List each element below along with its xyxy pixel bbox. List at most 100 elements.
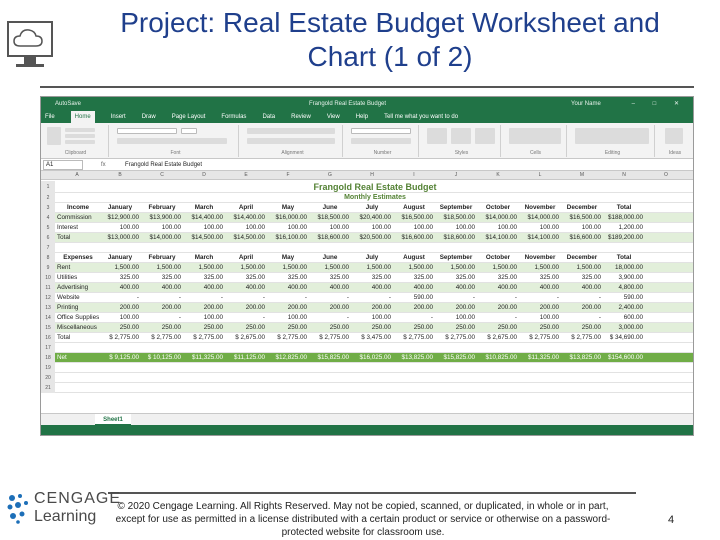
row-number[interactable]: 6: [41, 233, 55, 243]
month-header[interactable]: March: [183, 203, 225, 213]
value-cell[interactable]: 1,500.00: [141, 263, 181, 273]
value-cell[interactable]: 250.00: [393, 323, 433, 333]
row-label[interactable]: Rent: [57, 263, 99, 273]
value-cell[interactable]: $ 2,775.00: [141, 333, 181, 343]
month-header[interactable]: April: [225, 203, 267, 213]
value-cell[interactable]: -: [183, 293, 223, 303]
value-cell[interactable]: 100.00: [141, 223, 181, 233]
value-cell[interactable]: 325.00: [351, 273, 391, 283]
value-cell[interactable]: -: [225, 293, 265, 303]
value-cell[interactable]: 250.00: [225, 323, 265, 333]
value-cell[interactable]: 1,500.00: [267, 263, 307, 273]
value-cell[interactable]: -: [477, 313, 517, 323]
month-header[interactable]: November: [519, 253, 561, 263]
value-cell[interactable]: $ 34,690.00: [603, 333, 643, 343]
value-cell[interactable]: $16,600.00: [393, 233, 433, 243]
value-cell[interactable]: 100.00: [99, 313, 139, 323]
value-cell[interactable]: 250.00: [267, 323, 307, 333]
row-number[interactable]: 16: [41, 333, 55, 343]
tab-home[interactable]: Home: [70, 111, 95, 123]
month-header[interactable]: August: [393, 253, 435, 263]
value-cell[interactable]: 200.00: [225, 303, 265, 313]
value-cell[interactable]: $14,000.00: [477, 213, 517, 223]
value-cell[interactable]: $154,600.00: [603, 353, 643, 363]
value-cell[interactable]: 100.00: [519, 223, 559, 233]
value-cell[interactable]: 250.00: [351, 323, 391, 333]
column-header[interactable]: O: [645, 171, 687, 180]
value-cell[interactable]: 200.00: [519, 303, 559, 313]
row-label[interactable]: Website: [57, 293, 99, 303]
value-cell[interactable]: 325.00: [519, 273, 559, 283]
column-header[interactable]: N: [603, 171, 645, 180]
font-size-select[interactable]: [181, 128, 197, 134]
value-cell[interactable]: 400.00: [99, 283, 139, 293]
value-cell[interactable]: 200.00: [435, 303, 475, 313]
row-label[interactable]: Commission: [57, 213, 99, 223]
row-number[interactable]: 4: [41, 213, 55, 223]
cut-icon[interactable]: [65, 128, 95, 132]
format-as-table-icon[interactable]: [451, 128, 471, 144]
value-cell[interactable]: $11,325.00: [519, 353, 559, 363]
column-header[interactable]: P: [687, 171, 693, 180]
value-cell[interactable]: $ 2,775.00: [309, 333, 349, 343]
value-cell[interactable]: -: [477, 293, 517, 303]
row-number[interactable]: 3: [41, 203, 55, 213]
value-cell[interactable]: $16,025.00: [351, 353, 391, 363]
ideas-icon[interactable]: [665, 128, 683, 144]
value-cell[interactable]: $ 3,475.00: [351, 333, 391, 343]
value-cell[interactable]: 100.00: [435, 223, 475, 233]
value-cell[interactable]: 1,500.00: [309, 263, 349, 273]
month-header[interactable]: May: [267, 203, 309, 213]
month-header[interactable]: May: [267, 253, 309, 263]
value-cell[interactable]: 200.00: [141, 303, 181, 313]
column-header[interactable]: J: [435, 171, 477, 180]
row-number[interactable]: 11: [41, 283, 55, 293]
value-cell[interactable]: 400.00: [393, 283, 433, 293]
font-name-select[interactable]: [117, 128, 177, 134]
row-label[interactable]: Interest: [57, 223, 99, 233]
value-cell[interactable]: 250.00: [477, 323, 517, 333]
format-painter-icon[interactable]: [65, 140, 95, 144]
worksheet-grid[interactable]: ABCDEFGHIJKLMNOP 1 Frangold Real Estate B…: [41, 171, 693, 421]
value-cell[interactable]: 250.00: [141, 323, 181, 333]
row-number[interactable]: 2: [41, 193, 55, 203]
value-cell[interactable]: 100.00: [267, 223, 307, 233]
value-cell[interactable]: $ 2,775.00: [519, 333, 559, 343]
value-cell[interactable]: $14,400.00: [225, 213, 265, 223]
month-header[interactable]: July: [351, 253, 393, 263]
column-header[interactable]: H: [351, 171, 393, 180]
tab-formulas[interactable]: Formulas: [221, 111, 246, 123]
row-number[interactable]: 21: [41, 383, 55, 393]
value-cell[interactable]: 400.00: [309, 283, 349, 293]
worksheet-title[interactable]: Frangold Real Estate Budget: [97, 181, 653, 193]
value-cell[interactable]: 1,500.00: [435, 263, 475, 273]
value-cell[interactable]: $20,500.00: [351, 233, 391, 243]
month-header[interactable]: December: [561, 253, 603, 263]
value-cell[interactable]: 1,200.00: [603, 223, 643, 233]
autosum-sort-find-icons[interactable]: [575, 128, 649, 144]
column-header[interactable]: C: [141, 171, 183, 180]
font-format-tools[interactable]: [117, 138, 227, 144]
value-cell[interactable]: $ 2,775.00: [99, 333, 139, 343]
value-cell[interactable]: 325.00: [225, 273, 265, 283]
value-cell[interactable]: 200.00: [351, 303, 391, 313]
value-cell[interactable]: $ 9,125.00: [99, 353, 139, 363]
value-cell[interactable]: $18,600.00: [435, 233, 475, 243]
value-cell[interactable]: $188,000.00: [603, 213, 643, 223]
month-header[interactable]: Total: [603, 203, 645, 213]
value-cell[interactable]: 200.00: [309, 303, 349, 313]
column-header[interactable]: L: [519, 171, 561, 180]
value-cell[interactable]: 400.00: [183, 283, 223, 293]
value-cell[interactable]: -: [309, 293, 349, 303]
value-cell[interactable]: 250.00: [435, 323, 475, 333]
user-name[interactable]: Your Name: [571, 97, 601, 111]
value-cell[interactable]: 325.00: [477, 273, 517, 283]
value-cell[interactable]: 100.00: [351, 223, 391, 233]
row-number[interactable]: 8: [41, 253, 55, 263]
value-cell[interactable]: 600.00: [603, 313, 643, 323]
month-header[interactable]: Total: [603, 253, 645, 263]
value-cell[interactable]: 200.00: [477, 303, 517, 313]
value-cell[interactable]: $14,500.00: [183, 233, 223, 243]
row-number[interactable]: 17: [41, 343, 55, 353]
row-label[interactable]: Advertising: [57, 283, 99, 293]
